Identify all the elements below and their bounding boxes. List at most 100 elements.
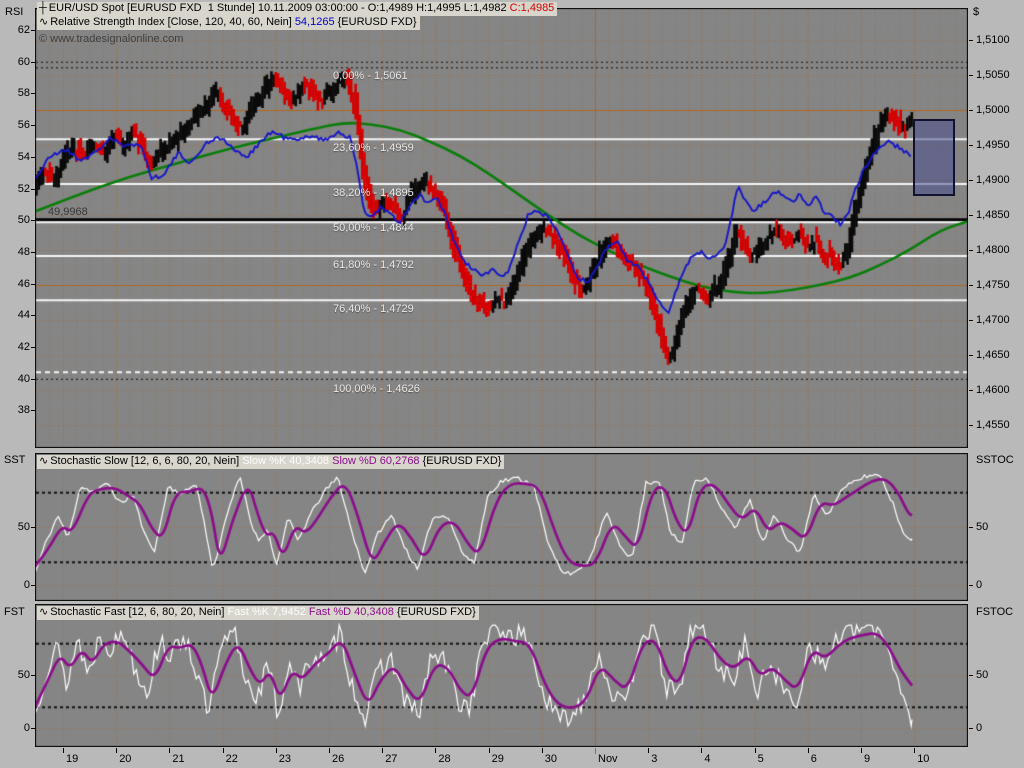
rsi-axis-tick-label: 52 bbox=[17, 182, 30, 195]
rsi-indicator-bar[interactable]: ∿ Relative Strength Index [Close, 120, 40… bbox=[37, 16, 420, 30]
instrument-title-bar[interactable]: ┼ EUR/USD Spot [EURUSD FXD 1 Stunde] 10.1… bbox=[37, 2, 558, 16]
rsi-axis-tick-label: 60 bbox=[17, 55, 30, 68]
fst-axis-tick-label-right: 50 bbox=[976, 669, 989, 681]
rsi-axis-tick-mark bbox=[31, 410, 35, 412]
price-axis-tick-label: 1,4800 bbox=[976, 244, 1010, 256]
fst-axis-tick-mark bbox=[31, 728, 35, 729]
stochastic-slow-header[interactable]: ∿ Stochastic Slow [12, 6, 6, 80, 20, Nein… bbox=[37, 455, 505, 469]
time-axis-tick-label: 26 bbox=[332, 753, 345, 765]
price-axis-tick-mark bbox=[969, 285, 973, 286]
time-axis-tick-label: 30 bbox=[544, 753, 558, 765]
time-axis-tick-mark bbox=[275, 748, 277, 753]
sst-axis-tick-label-right: 50 bbox=[976, 521, 989, 533]
rsi-axis-tick-mark bbox=[31, 251, 35, 253]
price-axis-tick-label: 1,4650 bbox=[976, 349, 1010, 361]
price-axis-tick-mark bbox=[969, 390, 973, 391]
price-axis-tick-mark bbox=[969, 110, 973, 111]
time-axis-tick-mark bbox=[807, 748, 809, 753]
trading-chart-window: ┼ EUR/USD Spot [EURUSD FXD 1 Stunde] 10.1… bbox=[0, 0, 1024, 768]
rsi-axis-tick-label: 56 bbox=[17, 119, 30, 132]
fst-k-value: Fast %K 7,9452 bbox=[227, 606, 309, 618]
fst-axis-tick-label-right: 0 bbox=[976, 722, 983, 734]
price-axis-tick-label: 1,5100 bbox=[976, 34, 1010, 46]
price-axis-tick-label: 1,4750 bbox=[976, 279, 1010, 291]
price-axis-tick-mark bbox=[969, 215, 973, 216]
price-axis-tick-label: 1,5050 bbox=[976, 69, 1010, 81]
rsi-indicator-value: 54,1265 bbox=[294, 16, 335, 28]
selection-rectangle[interactable] bbox=[913, 119, 955, 196]
stochastic-fast-header[interactable]: ∿ Stochastic Fast [12, 6, 80, 20, Nein] F… bbox=[37, 606, 479, 620]
fst-axis-title-right: FSTOC bbox=[976, 606, 1014, 618]
time-axis-tick-label: 28 bbox=[438, 753, 451, 765]
price-axis-tick-label: 1,5000 bbox=[976, 104, 1010, 116]
price-axis-tick-mark bbox=[969, 145, 973, 146]
time-axis-tick-mark bbox=[754, 748, 756, 753]
time-axis-tick-mark bbox=[701, 748, 703, 753]
rsi-axis-tick-mark bbox=[31, 30, 35, 31]
sst-name: Stochastic Slow [12, 6, 6, 80, 20, Nein] bbox=[50, 455, 243, 467]
fib-level-label: 50,00% - 1,4844 bbox=[333, 222, 414, 235]
rsi-axis-tick-mark bbox=[31, 220, 35, 222]
rsi-axis-tick-label: 50 bbox=[17, 214, 30, 227]
rsi-axis-tick-mark bbox=[31, 188, 35, 190]
time-axis-tick-label: 23 bbox=[278, 753, 292, 765]
rsi-axis-tick-label: 58 bbox=[17, 87, 30, 100]
rsi-axis-tick-label: 40 bbox=[17, 372, 30, 385]
instrument-title-text: EUR/USD Spot [EURUSD FXD 1 Stunde] 10.11… bbox=[48, 2, 510, 14]
time-axis-tick-label: 6 bbox=[810, 753, 817, 765]
price-axis-tick-mark bbox=[969, 180, 973, 181]
rsi-axis-tick-label: 46 bbox=[17, 277, 30, 290]
rsi-axis-tick-mark bbox=[31, 283, 35, 285]
time-axis-tick-label: 9 bbox=[864, 753, 871, 765]
fst-axis-tick-mark-right bbox=[969, 728, 973, 729]
time-axis-tick-label: 29 bbox=[491, 753, 504, 765]
price-axis-title: $ bbox=[973, 6, 980, 18]
time-axis-tick-label: 4 bbox=[704, 753, 711, 765]
fib-level-label: 76,40% - 1,4729 bbox=[333, 302, 414, 315]
time-axis-tick-mark bbox=[435, 748, 437, 753]
rsi-axis-tick-label: 44 bbox=[17, 309, 30, 322]
main-price-rsi-chart[interactable] bbox=[35, 8, 968, 448]
rsi-axis-tick-label: 62 bbox=[17, 24, 30, 36]
time-axis-tick-label: 3 bbox=[651, 753, 658, 765]
wave-icon: ∿ bbox=[39, 16, 49, 28]
rsi-axis-tick-label: 42 bbox=[17, 341, 30, 354]
fib-level-label: 100,00% - 1,4626 bbox=[333, 382, 420, 395]
price-axis-tick-label: 1,4900 bbox=[976, 174, 1010, 186]
rsi-axis-tick-label: 54 bbox=[17, 150, 30, 163]
month-boundary-tick bbox=[595, 748, 596, 754]
sst-k-value: Slow %K 40,3408 bbox=[242, 455, 333, 467]
time-axis-tick-label: 20 bbox=[119, 753, 132, 765]
sst-axis-tick-mark-right bbox=[969, 585, 973, 586]
stochastic-fast-chart[interactable] bbox=[35, 604, 968, 747]
price-axis-tick-label: 1,4850 bbox=[976, 209, 1010, 221]
time-axis-tick-mark bbox=[63, 748, 64, 753]
fib-level-label: 38,20% - 1,4895 bbox=[333, 186, 414, 199]
price-axis-tick-label: 1,4950 bbox=[976, 139, 1010, 151]
sst-d-value: Slow %D 60,2768 bbox=[332, 455, 423, 467]
sst-axis-title-right: SSTOC bbox=[976, 454, 1014, 466]
sst-suffix: {EURUSD FXD} bbox=[422, 455, 502, 467]
fst-d-value: Fast %D 40,3408 bbox=[308, 606, 397, 618]
rsi-axis-tick-mark bbox=[31, 156, 35, 158]
rsi-axis-tick-label: 48 bbox=[17, 245, 30, 258]
ohlc-bar-icon: ┼ bbox=[39, 2, 47, 14]
price-axis-tick-label: 1,4550 bbox=[976, 419, 1010, 431]
rsi-indicator-suffix: {EURUSD FXD} bbox=[334, 16, 417, 28]
fst-suffix: {EURUSD FXD} bbox=[396, 606, 476, 618]
time-axis-tick-label: 5 bbox=[757, 753, 764, 765]
sst-axis-tick-mark bbox=[31, 527, 35, 528]
sst-axis-tick-mark-right bbox=[969, 527, 973, 528]
fib-level-label: 23,60% - 1,4959 bbox=[333, 141, 414, 154]
rsi-axis-tick-mark bbox=[31, 125, 35, 127]
fst-name: Stochastic Fast [12, 6, 80, 20, Nein] bbox=[50, 606, 228, 618]
stochastic-slow-chart[interactable] bbox=[35, 453, 968, 601]
fst-axis-tick-label: 0 bbox=[23, 722, 30, 734]
rsi-axis-title: RSI bbox=[5, 6, 24, 18]
rsi-axis-tick-mark bbox=[31, 347, 35, 349]
time-axis-tick-mark bbox=[914, 748, 916, 753]
time-axis-tick-mark bbox=[488, 748, 490, 753]
fst-axis-tick-label: 50 bbox=[17, 669, 30, 681]
rsi-indicator-name: Relative Strength Index [Close, 120, 40,… bbox=[50, 16, 295, 28]
time-axis-tick-mark bbox=[222, 748, 224, 753]
